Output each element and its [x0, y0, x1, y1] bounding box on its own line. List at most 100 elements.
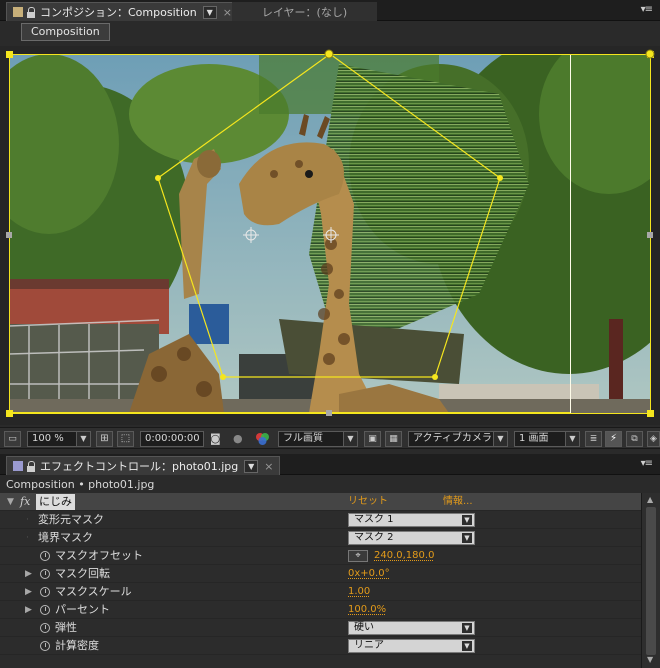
- view-layout-value: 1 画面: [519, 433, 549, 444]
- toggle-pixel-aspect-icon[interactable]: ≣: [585, 431, 602, 447]
- percent-value[interactable]: 100.0%: [348, 601, 386, 619]
- zoom-select[interactable]: 100 % ▼: [27, 431, 91, 447]
- chevron-down-icon: ▼: [343, 432, 357, 446]
- chevron-down-icon: ▼: [565, 432, 579, 446]
- close-icon[interactable]: ×: [223, 6, 232, 19]
- scrollbar-thumb[interactable]: [646, 507, 656, 655]
- effect-row[interactable]: ▼ fx にじみ リセット 情報...: [0, 493, 641, 511]
- viewer-toolbar: ▭ 100 % ▼ ⊞ ⬚ 0:00:00:00 ◙ ● フル画質 ▼ ▣ ▦ …: [0, 427, 660, 449]
- effects-tabbar: エフェクトコントロール：photo01.jpg ▼ × ▾≡: [0, 454, 660, 475]
- stopwatch-icon[interactable]: [40, 605, 50, 615]
- point-picker-icon[interactable]: ⌖: [348, 550, 368, 562]
- property-label: マスク回転: [55, 567, 110, 580]
- dropdown-value: マスク 1: [354, 514, 394, 525]
- composition-tabbar: コンポジション：Composition ▼ × レイヤー：(なし) ▾≡: [0, 0, 660, 21]
- safe-zones-icon[interactable]: ⊞: [96, 431, 113, 447]
- snapshot-icon[interactable]: ◙: [210, 431, 226, 447]
- calc-density-dropdown[interactable]: リニア ▼: [348, 639, 475, 653]
- property-row-boundary-mask: · 境界マスク マスク 2 ▼: [0, 529, 641, 547]
- chevron-down-icon: ▼: [462, 515, 472, 525]
- stopwatch-icon[interactable]: [40, 641, 50, 651]
- tab-composition[interactable]: コンポジション：Composition ▼ ×: [6, 2, 239, 21]
- effect-name[interactable]: にじみ: [36, 494, 75, 510]
- effects-panel-icon: [13, 461, 23, 471]
- tree-dot: ·: [26, 515, 29, 525]
- effects-scrollbar[interactable]: ▲ ▼: [641, 493, 660, 668]
- property-row-percent: ▶ パーセント 100.0%: [0, 601, 641, 619]
- composition-image: [9, 54, 650, 413]
- panel-menu-icon[interactable]: ▾≡: [641, 458, 653, 469]
- property-label: 計算密度: [55, 639, 99, 652]
- property-row-mask-scale: ▶ マスクスケール 1.00: [0, 583, 641, 601]
- mask-rotation-value[interactable]: 0x+0.0°: [348, 565, 390, 583]
- region-of-interest-icon[interactable]: ⬚: [117, 431, 134, 447]
- chevron-down-icon: ▼: [462, 641, 472, 651]
- layer-tab-label: レイヤー：(なし): [261, 5, 348, 19]
- elasticity-dropdown[interactable]: 硬い ▼: [348, 621, 475, 635]
- camera-select[interactable]: アクティブカメラ ▼: [408, 431, 508, 447]
- resolution-select[interactable]: フル画質 ▼: [278, 431, 358, 447]
- camera-value: アクティブカメラ: [413, 433, 492, 444]
- collapse-triangle-icon[interactable]: ▼: [7, 493, 14, 511]
- snapshot-region-icon[interactable]: ▭: [4, 431, 21, 447]
- mask-offset-value[interactable]: 240.0,180.0: [374, 547, 434, 565]
- expand-triangle-icon[interactable]: ▶: [25, 583, 32, 601]
- zoom-value: 100 %: [32, 433, 64, 444]
- chevron-down-icon: ▼: [76, 432, 90, 446]
- property-row-source-mask: · 変形元マスク マスク 1 ▼: [0, 511, 641, 529]
- effect-controls-tab-label: エフェクトコントロール：photo01.jpg: [40, 460, 239, 473]
- source-mask-dropdown[interactable]: マスク 1 ▼: [348, 513, 475, 527]
- dropdown-value: 硬い: [354, 622, 374, 633]
- channel-icon[interactable]: [254, 431, 272, 447]
- tree-dot: ·: [26, 533, 29, 543]
- fast-draft-icon[interactable]: ⚡: [605, 431, 622, 447]
- scroll-up-icon[interactable]: ▲: [647, 495, 653, 504]
- tab-dropdown-icon[interactable]: ▼: [244, 459, 259, 473]
- stopwatch-icon[interactable]: [40, 569, 50, 579]
- property-label: 変形元マスク: [38, 513, 104, 526]
- property-label: マスクオフセット: [55, 549, 143, 562]
- tab-dropdown-icon[interactable]: ▼: [202, 5, 217, 19]
- dropdown-value: マスク 2: [354, 532, 394, 543]
- property-row-mask-rotation: ▶ マスク回転 0x+0.0°: [0, 565, 641, 583]
- tab-effect-controls[interactable]: エフェクトコントロール：photo01.jpg ▼ ×: [6, 456, 281, 475]
- boundary-mask-dropdown[interactable]: マスク 2 ▼: [348, 531, 475, 545]
- mask-scale-value[interactable]: 1.00: [348, 583, 370, 601]
- property-label: パーセント: [55, 603, 110, 616]
- resolution-value: フル画質: [283, 433, 323, 444]
- flowchart-icon[interactable]: ◈: [647, 431, 660, 447]
- timecode-field[interactable]: 0:00:00:00: [140, 431, 204, 447]
- fx-icon[interactable]: fx: [20, 493, 30, 511]
- composition-frame[interactable]: [9, 54, 650, 413]
- fast-preview-icon[interactable]: ▣: [364, 431, 381, 447]
- chevron-down-icon: ▼: [493, 432, 507, 446]
- transparency-grid-icon[interactable]: ▦: [385, 431, 402, 447]
- lock-icon[interactable]: [27, 460, 36, 472]
- reset-link[interactable]: リセット: [348, 493, 388, 511]
- comp-icon: [13, 7, 23, 17]
- chevron-down-icon: ▼: [462, 623, 472, 633]
- stopwatch-icon[interactable]: [40, 551, 50, 561]
- stopwatch-icon[interactable]: [40, 623, 50, 633]
- scroll-down-icon[interactable]: ▼: [647, 655, 653, 664]
- panel-menu-icon[interactable]: ▾≡: [641, 4, 653, 15]
- composition-nav-button[interactable]: Composition: [21, 23, 110, 41]
- view-layout-select[interactable]: 1 画面 ▼: [514, 431, 580, 447]
- about-link[interactable]: 情報...: [443, 493, 473, 511]
- chevron-down-icon: ▼: [462, 533, 472, 543]
- lock-icon[interactable]: [27, 6, 36, 18]
- tab-layer[interactable]: レイヤー：(なし): [232, 2, 377, 21]
- dropdown-value: リニア: [354, 640, 384, 651]
- expand-triangle-icon[interactable]: ▶: [25, 601, 32, 619]
- stopwatch-icon[interactable]: [40, 587, 50, 597]
- timecode-value: 0:00:00:00: [145, 433, 200, 444]
- property-label: 境界マスク: [38, 531, 93, 544]
- show-snapshot-icon[interactable]: ●: [233, 431, 247, 447]
- property-row-elasticity: 弾性 硬い ▼: [0, 619, 641, 637]
- timeline-icon[interactable]: ⧉: [626, 431, 643, 447]
- close-icon[interactable]: ×: [264, 460, 273, 473]
- expand-triangle-icon[interactable]: ▶: [25, 565, 32, 583]
- property-label: 弾性: [55, 621, 77, 634]
- composition-viewer[interactable]: [0, 46, 660, 425]
- property-label: マスクスケール: [55, 585, 132, 598]
